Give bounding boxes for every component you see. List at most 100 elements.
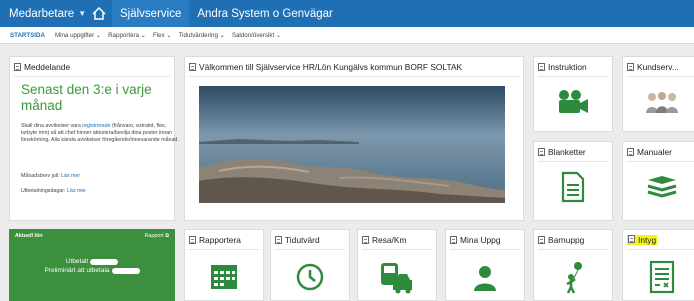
tile-rapportera[interactable]: Rapportera	[184, 229, 264, 301]
tile-label: Barnuppg	[548, 234, 585, 245]
subnav-label: Rapportera	[108, 31, 140, 39]
text: Månadsbrev juli:	[21, 173, 62, 179]
document-icon	[627, 147, 634, 156]
sub-navigation: STARTSIDA Mina uppgifter ⌄ Rapportera ⌄ …	[0, 27, 694, 44]
paid-row: Utbetalt	[9, 258, 175, 265]
tile-label: Instruktion	[548, 61, 587, 72]
chevron-down-icon: ⌄	[275, 31, 282, 39]
tile-label: Resa/Km	[372, 234, 407, 245]
tile-resa-km[interactable]: Resa/Km	[357, 229, 437, 301]
welcome-card: Välkommen till Självservice HR/Lön Kungä…	[184, 56, 524, 221]
card-header: Rapportera	[189, 230, 259, 250]
book-stack-icon	[647, 176, 677, 198]
subnav-item-startsida[interactable]: STARTSIDA	[0, 32, 55, 39]
tile-kundservice[interactable]: Kundserv...	[622, 56, 694, 132]
clock-icon	[296, 263, 324, 291]
vehicles-icon	[381, 263, 412, 294]
card-title: Meddelande	[24, 61, 71, 72]
highlighted-title: Intyg	[627, 234, 658, 245]
card-header: Instruktion	[538, 57, 608, 77]
employee-menu-label: Medarbetare	[9, 7, 75, 20]
redacted-amount	[111, 267, 140, 274]
subnav-label: Flex	[152, 31, 165, 39]
document-icon	[627, 62, 634, 71]
message-card: Meddelande Senast den 3:e i varje månad …	[9, 56, 179, 221]
chevron-down-icon: ⌄	[166, 31, 172, 39]
employee-menu[interactable]: Medarbetare ▼	[0, 0, 86, 27]
report-link[interactable]: Rapport ⧉	[144, 233, 169, 240]
video-camera-icon	[559, 90, 588, 113]
subnav-item-flex[interactable]: Flex ⌄	[153, 32, 179, 39]
card-title: Välkommen till Självservice HR/Lön Kungä…	[199, 61, 463, 72]
monthly-letter: Månadsbrev juli: Läs mer	[21, 173, 181, 180]
home-button[interactable]	[86, 0, 112, 27]
top-navigation-bar: Medarbetare ▼ Självservice Andra System …	[0, 0, 694, 27]
tile-label: Blanketter	[548, 146, 586, 157]
document-icon	[275, 235, 282, 244]
user-icon	[474, 266, 496, 291]
subnav-label: Tidutvärdering	[178, 31, 218, 39]
payout-days: Utbetalningsdagar: Läs mer	[21, 188, 181, 195]
document-icon	[14, 62, 21, 71]
tile-barnuppg[interactable]: Barnuppg	[533, 229, 613, 301]
document-icon	[189, 62, 196, 71]
subnav-label: Saldon/översikt	[231, 31, 275, 39]
card-header: Meddelande	[14, 57, 170, 77]
certificate-icon	[649, 260, 675, 294]
card-header: Blanketter	[538, 142, 608, 162]
subnav-item-tidutvardering[interactable]: Tidutvärdering ⌄	[179, 32, 232, 39]
registered-link[interactable]: registrerade	[82, 123, 110, 129]
document-icon	[362, 235, 369, 244]
preliminary-row: Preliminärt att utbetala	[9, 267, 175, 274]
home-icon	[92, 7, 106, 20]
document-icon	[538, 147, 545, 156]
subnav-label: Mina uppgifter	[54, 31, 95, 39]
salary-title: Aktuell lön	[15, 233, 43, 239]
message-title: Senast den 3:e i varje månad	[21, 82, 152, 113]
card-header: Manualer	[627, 142, 694, 162]
card-header: Tidutvärd	[275, 230, 345, 250]
tile-label: Mina Uppg	[460, 234, 501, 245]
card-header: Kundserv...	[627, 57, 694, 77]
other-systems-menu[interactable]: Andra System o Genvägar	[189, 0, 341, 27]
child-balloon-icon	[566, 262, 582, 294]
read-more-link[interactable]: Läs mer	[67, 188, 86, 194]
tile-label: Manualer	[637, 146, 672, 157]
tile-mina-uppg[interactable]: Mina Uppg	[445, 229, 525, 301]
card-header: Barnuppg	[538, 230, 608, 250]
tile-label: Intyg	[638, 234, 657, 245]
read-more-link[interactable]: Läs mer	[61, 173, 80, 179]
redacted-amount	[90, 258, 119, 265]
salary-card: Aktuell lön Rapport ⧉ Utbetalt Preliminä…	[9, 229, 175, 301]
document-icon	[628, 234, 635, 243]
form-document-icon	[561, 171, 585, 203]
tile-manualer[interactable]: Manualer	[622, 141, 694, 221]
tile-blanketter[interactable]: Blanketter	[533, 141, 613, 221]
chevron-down-icon: ⌄	[219, 31, 225, 39]
document-icon	[538, 235, 545, 244]
text: Skall dina avvikelser vara	[21, 123, 83, 129]
external-link-icon: ⧉	[165, 233, 169, 239]
coastal-photo	[199, 86, 505, 203]
card-header: Mina Uppg	[450, 230, 520, 250]
subnav-item-saldon[interactable]: Saldon/översikt ⌄	[232, 32, 288, 39]
report-label: Rapport	[144, 233, 164, 239]
document-icon	[450, 235, 457, 244]
self-service-tab[interactable]: Självservice	[112, 0, 190, 27]
tile-label: Rapportera	[199, 234, 241, 245]
card-header: Välkommen till Självservice HR/Lön Kungä…	[189, 57, 519, 77]
subnav-item-mina-uppgifter[interactable]: Mina uppgifter ⌄	[55, 32, 108, 39]
chevron-down-icon: ⌄	[95, 31, 102, 39]
subnav-item-rapportera[interactable]: Rapportera ⌄	[108, 32, 153, 39]
chevron-down-icon: ▼	[78, 9, 87, 18]
tile-instruktion[interactable]: Instruktion	[533, 56, 613, 132]
message-paragraph: Skall dina avvikelser vara registrerade …	[21, 123, 181, 145]
document-icon	[538, 62, 545, 71]
people-group-icon	[646, 92, 678, 113]
text: Utbetalningsdagar:	[21, 188, 67, 194]
chevron-down-icon: ⌄	[140, 31, 146, 39]
tile-label: Kundserv...	[637, 61, 679, 72]
tile-intyg[interactable]: Intyg	[622, 229, 694, 301]
tile-tidutvard[interactable]: Tidutvärd	[270, 229, 350, 301]
preliminary-label: Preliminärt att utbetala	[44, 267, 110, 274]
